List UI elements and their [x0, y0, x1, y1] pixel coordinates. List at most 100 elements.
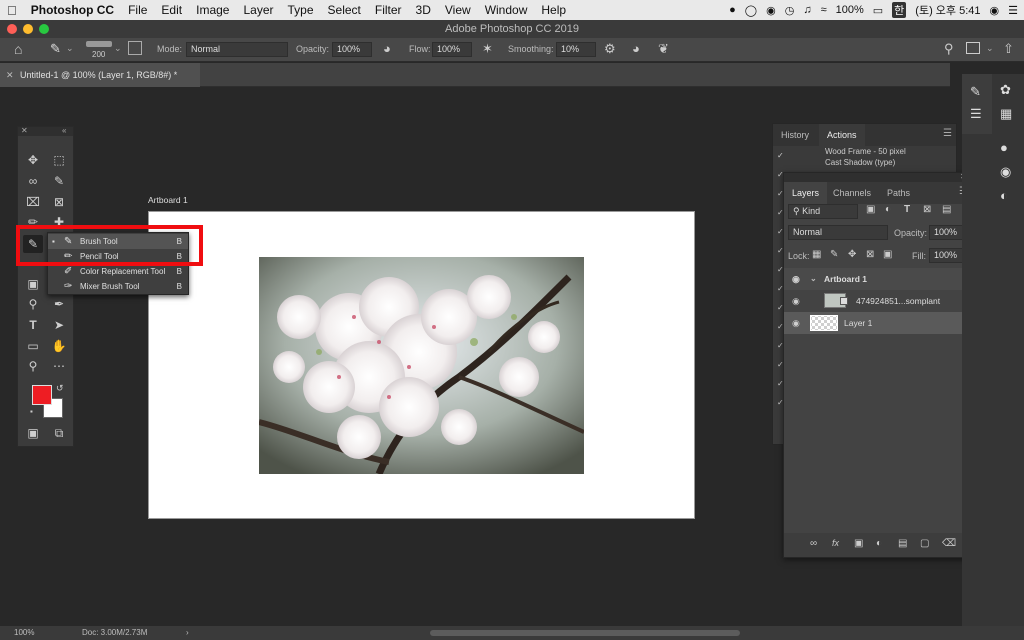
- tab-actions[interactable]: Actions: [819, 124, 865, 146]
- chevron-down-icon[interactable]: ⌄: [114, 43, 122, 54]
- menu-3d[interactable]: 3D: [409, 3, 438, 17]
- layer-row-layer-1[interactable]: ◉ Layer 1: [784, 312, 962, 334]
- foreground-color-swatch[interactable]: [32, 385, 52, 405]
- rectangle-tool-icon[interactable]: ▭: [23, 337, 43, 355]
- chevron-down-icon[interactable]: ⌄: [986, 43, 994, 54]
- layer-row-artboard[interactable]: ◉ ⌄ Artboard 1: [784, 268, 962, 290]
- symmetry-icon[interactable]: ❦: [658, 41, 669, 57]
- layer-filter-kind-select[interactable]: ⚲ Kind: [788, 204, 858, 219]
- eye-icon[interactable]: ◉: [792, 312, 800, 334]
- panel-menu-icon[interactable]: ☰: [943, 128, 952, 139]
- gear-icon[interactable]: ⚙: [604, 41, 616, 57]
- siri-icon[interactable]: ◉: [990, 4, 1000, 17]
- menu-help[interactable]: Help: [534, 3, 573, 17]
- gradient-tool-icon[interactable]: ▣: [23, 275, 43, 293]
- fx-icon[interactable]: fx: [832, 538, 839, 548]
- blend-mode-select[interactable]: Normal: [788, 225, 888, 240]
- time-machine-icon[interactable]: ◷: [785, 4, 795, 17]
- hand-tool-icon[interactable]: ✋: [49, 337, 69, 355]
- opacity-input[interactable]: 100%: [332, 42, 372, 57]
- pressure-size-icon[interactable]: ◕: [632, 41, 640, 56]
- add-mask-icon[interactable]: ▣: [854, 538, 863, 549]
- apple-icon[interactable]: : [0, 3, 24, 18]
- clock[interactable]: (토) 오후 5:41: [915, 2, 980, 18]
- filter-pixel-icon[interactable]: ▣: [866, 204, 875, 215]
- adjustments-icon[interactable]: ◐: [1000, 188, 1008, 203]
- tab-layers[interactable]: Layers: [784, 182, 828, 204]
- move-tool-icon[interactable]: ✥: [23, 151, 43, 169]
- brush-settings-panel-icon[interactable]: [128, 41, 142, 55]
- menu-filter[interactable]: Filter: [368, 3, 409, 17]
- mode-select[interactable]: Normal: [186, 42, 288, 57]
- menu-edit[interactable]: Edit: [154, 3, 189, 17]
- chevron-down-icon[interactable]: ⌄: [66, 43, 74, 54]
- marquee-tool-icon[interactable]: ⬚: [49, 151, 69, 169]
- lock-pixels-icon[interactable]: ✎: [830, 249, 838, 260]
- flow-input[interactable]: 100%: [432, 42, 472, 57]
- more-tools-icon[interactable]: ⋯: [49, 357, 69, 375]
- creative-cloud-icon[interactable]: ●: [729, 4, 736, 16]
- tab-paths[interactable]: Paths: [879, 182, 918, 204]
- workspace-icon[interactable]: [966, 42, 980, 54]
- lock-transparent-icon[interactable]: ▦: [812, 249, 821, 260]
- zoom-window-button[interactable]: [39, 24, 49, 34]
- crop-tool-icon[interactable]: ⌧: [23, 193, 43, 211]
- lock-all-icon[interactable]: ▣: [883, 249, 892, 260]
- brush-preset-icon[interactable]: ✎: [50, 41, 61, 57]
- input-method[interactable]: 한: [892, 2, 907, 18]
- quick-mask-icon[interactable]: ▣: [23, 424, 43, 442]
- battery-icon[interactable]: ▭: [873, 4, 883, 17]
- trash-icon[interactable]: ⌫: [942, 538, 956, 549]
- brush-size-preview[interactable]: [86, 41, 112, 47]
- pen-tool-icon[interactable]: ✒: [49, 295, 69, 313]
- artboard-label[interactable]: Artboard 1: [148, 195, 188, 205]
- close-window-button[interactable]: [7, 24, 17, 34]
- smoothing-input[interactable]: 10%: [556, 42, 596, 57]
- share-icon[interactable]: ⇧: [1003, 41, 1014, 57]
- filter-type-icon[interactable]: T: [904, 204, 910, 215]
- search-icon[interactable]: ⚲: [944, 41, 954, 57]
- notification-icon[interactable]: ◉: [766, 4, 776, 17]
- tab-channels[interactable]: Channels: [825, 182, 879, 204]
- home-icon[interactable]: ⌂: [14, 41, 22, 57]
- close-icon[interactable]: ✕: [21, 126, 28, 135]
- frame-tool-icon[interactable]: ⊠: [49, 193, 69, 211]
- color-palette-icon[interactable]: ✿: [1000, 82, 1011, 98]
- minimize-window-button[interactable]: [23, 24, 33, 34]
- path-selection-tool-icon[interactable]: ➤: [49, 316, 69, 334]
- dodge-tool-icon[interactable]: ⚲: [23, 295, 43, 313]
- flyout-mixer-brush-tool[interactable]: ✑ Mixer Brush Tool B: [48, 279, 188, 294]
- tab-history[interactable]: History: [773, 124, 817, 146]
- status-icon[interactable]: ◯: [745, 4, 757, 17]
- horizontal-scrollbar[interactable]: [430, 630, 740, 636]
- eye-icon[interactable]: ◉: [792, 268, 800, 290]
- eye-icon[interactable]: ◉: [792, 290, 800, 312]
- zoom-level[interactable]: 100%: [14, 626, 34, 640]
- type-tool-icon[interactable]: T: [23, 316, 43, 334]
- default-colors-icon[interactable]: ▪: [30, 407, 33, 416]
- layers-panel-header[interactable]: [784, 173, 972, 182]
- airbrush-icon[interactable]: ✶: [482, 41, 493, 57]
- lasso-tool-icon[interactable]: ∞: [23, 172, 43, 190]
- adjustment-layer-icon[interactable]: ◐: [876, 538, 882, 549]
- pressure-opacity-icon[interactable]: ◕: [383, 41, 391, 56]
- menu-image[interactable]: Image: [189, 3, 236, 17]
- zoom-tool-icon[interactable]: ⚲: [23, 357, 43, 375]
- menu-app-name[interactable]: Photoshop CC: [24, 3, 121, 17]
- swatches-grid-icon[interactable]: ▦: [1000, 106, 1012, 122]
- brush-settings-icon[interactable]: ✎: [970, 84, 981, 100]
- menu-view[interactable]: View: [438, 3, 478, 17]
- collapse-icon[interactable]: «: [62, 126, 66, 135]
- menu-file[interactable]: File: [121, 3, 154, 17]
- close-tab-icon[interactable]: ✕: [6, 63, 14, 87]
- cherry-blossom-photo[interactable]: [259, 257, 584, 474]
- disclosure-chevron-icon[interactable]: ⌄: [810, 268, 817, 290]
- lock-position-icon[interactable]: ✥: [848, 249, 856, 260]
- screen-mode-icon[interactable]: ⧉: [49, 424, 69, 442]
- filter-shape-icon[interactable]: ⊠: [923, 204, 931, 215]
- swap-colors-icon[interactable]: ↺: [56, 383, 64, 394]
- new-group-icon[interactable]: ▤: [898, 538, 907, 549]
- doc-size[interactable]: Doc: 3.00M/2.73M: [82, 626, 147, 640]
- libraries-icon[interactable]: ◉: [1000, 164, 1011, 180]
- menu-window[interactable]: Window: [478, 3, 535, 17]
